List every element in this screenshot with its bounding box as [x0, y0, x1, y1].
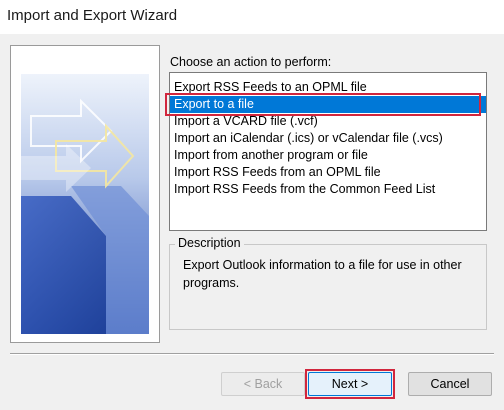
list-item-import-from-program[interactable]: Import from another program or file: [170, 147, 486, 164]
footer-separator: [10, 353, 494, 355]
list-item-import-vcard[interactable]: Import a VCARD file (.vcf): [170, 113, 486, 130]
cancel-button[interactable]: Cancel: [408, 372, 492, 396]
list-item-import-rss-opml[interactable]: Import RSS Feeds from an OPML file: [170, 164, 486, 181]
description-text: Export Outlook information to a file for…: [183, 258, 462, 290]
next-button[interactable]: Next >: [308, 372, 392, 396]
list-item-export-rss-opml[interactable]: Export RSS Feeds to an OPML file: [170, 79, 486, 96]
window-title: Import and Export Wizard: [7, 7, 178, 24]
action-listbox[interactable]: Export RSS Feeds to an OPML file Export …: [169, 72, 487, 231]
list-item-export-to-file[interactable]: Export to a file: [170, 96, 486, 113]
back-button[interactable]: < Back: [221, 372, 305, 396]
description-legend: Description: [175, 236, 244, 250]
title-bar: Import and Export Wizard: [0, 0, 504, 34]
wizard-banner-image: [10, 45, 160, 343]
list-item-import-rss-common-feed[interactable]: Import RSS Feeds from the Common Feed Li…: [170, 181, 486, 198]
action-prompt: Choose an action to perform:: [170, 55, 332, 69]
list-item-import-icalendar[interactable]: Import an iCalendar (.ics) or vCalendar …: [170, 130, 486, 147]
